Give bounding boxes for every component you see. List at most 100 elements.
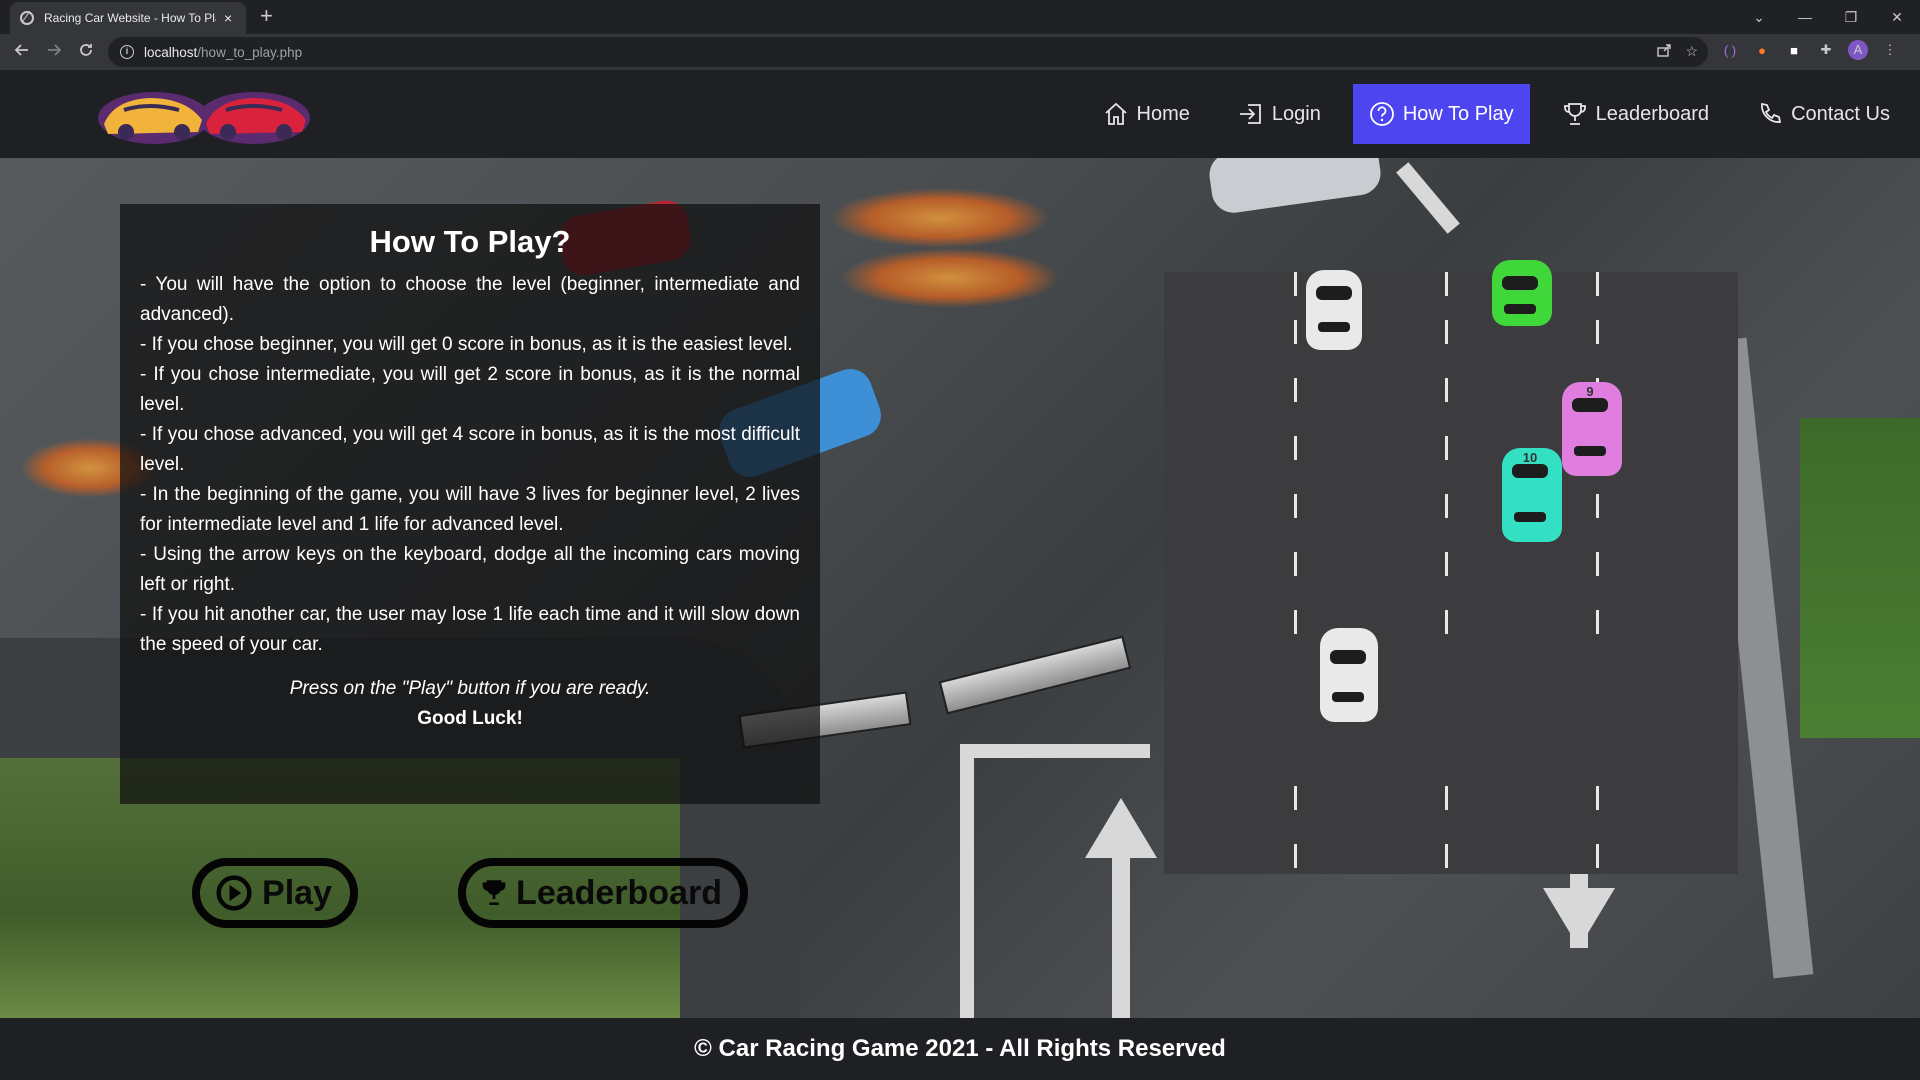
opponent-car: 9 [1562, 382, 1622, 476]
panel-title: How To Play? [369, 224, 571, 259]
lane-marker [1596, 494, 1599, 518]
extension-white-icon[interactable]: ■ [1784, 43, 1804, 58]
how-to-play-panel: How To Play? - You will have the option … [120, 204, 820, 804]
nav-how-to-play-label: How To Play [1402, 102, 1514, 125]
nav-how-to-play[interactable]: How To Play [1352, 84, 1530, 144]
nav-contact-us-label: Contact Us [1791, 102, 1890, 125]
lane-marker [1445, 320, 1448, 344]
window-controls: ⌄ — ❐ ✕ [1736, 0, 1920, 34]
lane-marker [1294, 844, 1297, 868]
kebab-menu-icon[interactable]: ⋮ [1880, 42, 1900, 58]
background-arrow-marking [1112, 848, 1130, 1018]
main-content: How To Play? - You will have the option … [0, 158, 1920, 1018]
browser-tab-strip: Racing Car Website - How To Play × + ⌄ —… [0, 0, 1920, 34]
extension-purple-icon[interactable]: ( ) [1720, 43, 1740, 58]
question-icon [1369, 102, 1394, 126]
background-car-silver [1206, 158, 1384, 216]
site-logo[interactable] [94, 82, 316, 148]
nav-home-label: Home [1136, 102, 1190, 125]
lane-marker [1445, 378, 1448, 402]
rule-item: - If you chose advanced, you will get 4 … [140, 424, 800, 475]
lane-marker [1596, 272, 1599, 296]
lane-marker [1445, 786, 1448, 810]
play-button-label: Play [262, 873, 332, 912]
tab-search-icon[interactable]: ⌄ [1736, 9, 1782, 26]
lane-marker [1445, 494, 1448, 518]
background-road-marking [1396, 162, 1460, 234]
url-path: /how_to_play.php [197, 44, 303, 60]
browser-tab[interactable]: Racing Car Website - How To Play × [10, 2, 246, 34]
share-icon[interactable] [1657, 43, 1672, 60]
url-host: localhost [144, 44, 198, 60]
address-bar: i localhost /how_to_play.php ☆ ( ) ● ■ ✚… [0, 34, 1920, 70]
site-footer: © Car Racing Game 2021 - All Rights Rese… [0, 1018, 1920, 1080]
lane-marker [1445, 552, 1448, 576]
play-icon [216, 875, 252, 911]
nav-contact-us[interactable]: Contact Us [1741, 84, 1906, 144]
nav-leaderboard[interactable]: Leaderboard [1546, 84, 1725, 144]
player-car [1320, 628, 1378, 722]
lane-marker [1294, 320, 1297, 344]
close-window-icon[interactable]: ✕ [1874, 9, 1920, 26]
background-fire [840, 248, 1060, 308]
background-arrow-marking [1085, 798, 1157, 858]
lane-marker [1294, 436, 1297, 460]
lane-marker [1294, 378, 1297, 402]
url-field[interactable]: i localhost /how_to_play.php ☆ [108, 37, 1708, 67]
rule-item: - If you chose intermediate, you will ge… [140, 364, 800, 415]
rule-item: - If you chose beginner, you will get 0 … [140, 334, 793, 355]
lane-marker [1294, 494, 1297, 518]
extensions-bar: ( ) ● ■ ✚ A ⋮ [1720, 40, 1900, 60]
trophy-icon [482, 880, 506, 906]
trophy-icon [1563, 103, 1586, 125]
nav-login-label: Login [1271, 102, 1321, 125]
extension-orange-icon[interactable]: ● [1752, 43, 1772, 58]
lane-marker [1294, 610, 1297, 634]
background-barrier [938, 635, 1132, 715]
lane-marker [1445, 436, 1448, 460]
rule-item: - You will have the option to choose the… [140, 274, 800, 325]
reload-icon[interactable] [70, 42, 102, 63]
background-fire [830, 188, 1050, 248]
opponent-car [1492, 260, 1552, 326]
new-tab-button[interactable]: + [260, 4, 273, 28]
opponent-car [1306, 270, 1362, 350]
tab-title: Racing Car Website - How To Play [44, 11, 216, 25]
leaderboard-button-label: Leaderboard [516, 873, 722, 912]
lane-marker [1294, 272, 1297, 296]
login-icon [1239, 104, 1261, 124]
forward-icon[interactable] [38, 42, 70, 63]
home-icon [1104, 102, 1127, 125]
play-button[interactable]: Play [192, 858, 358, 928]
lane-marker [1294, 552, 1297, 576]
lane-marker [1596, 786, 1599, 810]
lane-marker [1596, 552, 1599, 576]
lane-marker [1596, 320, 1599, 344]
rule-item: - Using the arrow keys on the keyboard, … [140, 544, 800, 595]
background-grass-right [1800, 418, 1920, 738]
restore-icon[interactable]: ❐ [1828, 9, 1874, 26]
good-luck-text: Good Luck! [417, 708, 523, 729]
leaderboard-button[interactable]: Leaderboard [458, 858, 748, 928]
opponent-car: 10 [1502, 448, 1562, 542]
background-arrow-marking [1543, 888, 1615, 948]
globe-icon [20, 11, 34, 25]
minimize-icon[interactable]: — [1782, 9, 1828, 25]
background-road-marking [960, 744, 974, 1018]
lane-marker [1445, 272, 1448, 296]
lane-marker [1445, 844, 1448, 868]
car-number: 9 [1586, 384, 1594, 399]
lane-marker [1294, 786, 1297, 810]
puzzle-icon[interactable]: ✚ [1816, 42, 1836, 58]
tab-close-icon[interactable]: × [224, 10, 232, 26]
profile-avatar[interactable]: A [1848, 40, 1868, 60]
nav-login[interactable]: Login [1222, 84, 1337, 144]
info-icon[interactable]: i [120, 45, 134, 59]
rule-item: - If you hit another car, the user may l… [140, 604, 800, 655]
star-icon[interactable]: ☆ [1685, 43, 1698, 60]
nav-home[interactable]: Home [1087, 84, 1206, 144]
lane-marker [1596, 610, 1599, 634]
back-icon[interactable] [6, 42, 38, 63]
ready-note: Press on the "Play" button if you are re… [289, 678, 651, 699]
car-number: 10 [1522, 450, 1538, 465]
